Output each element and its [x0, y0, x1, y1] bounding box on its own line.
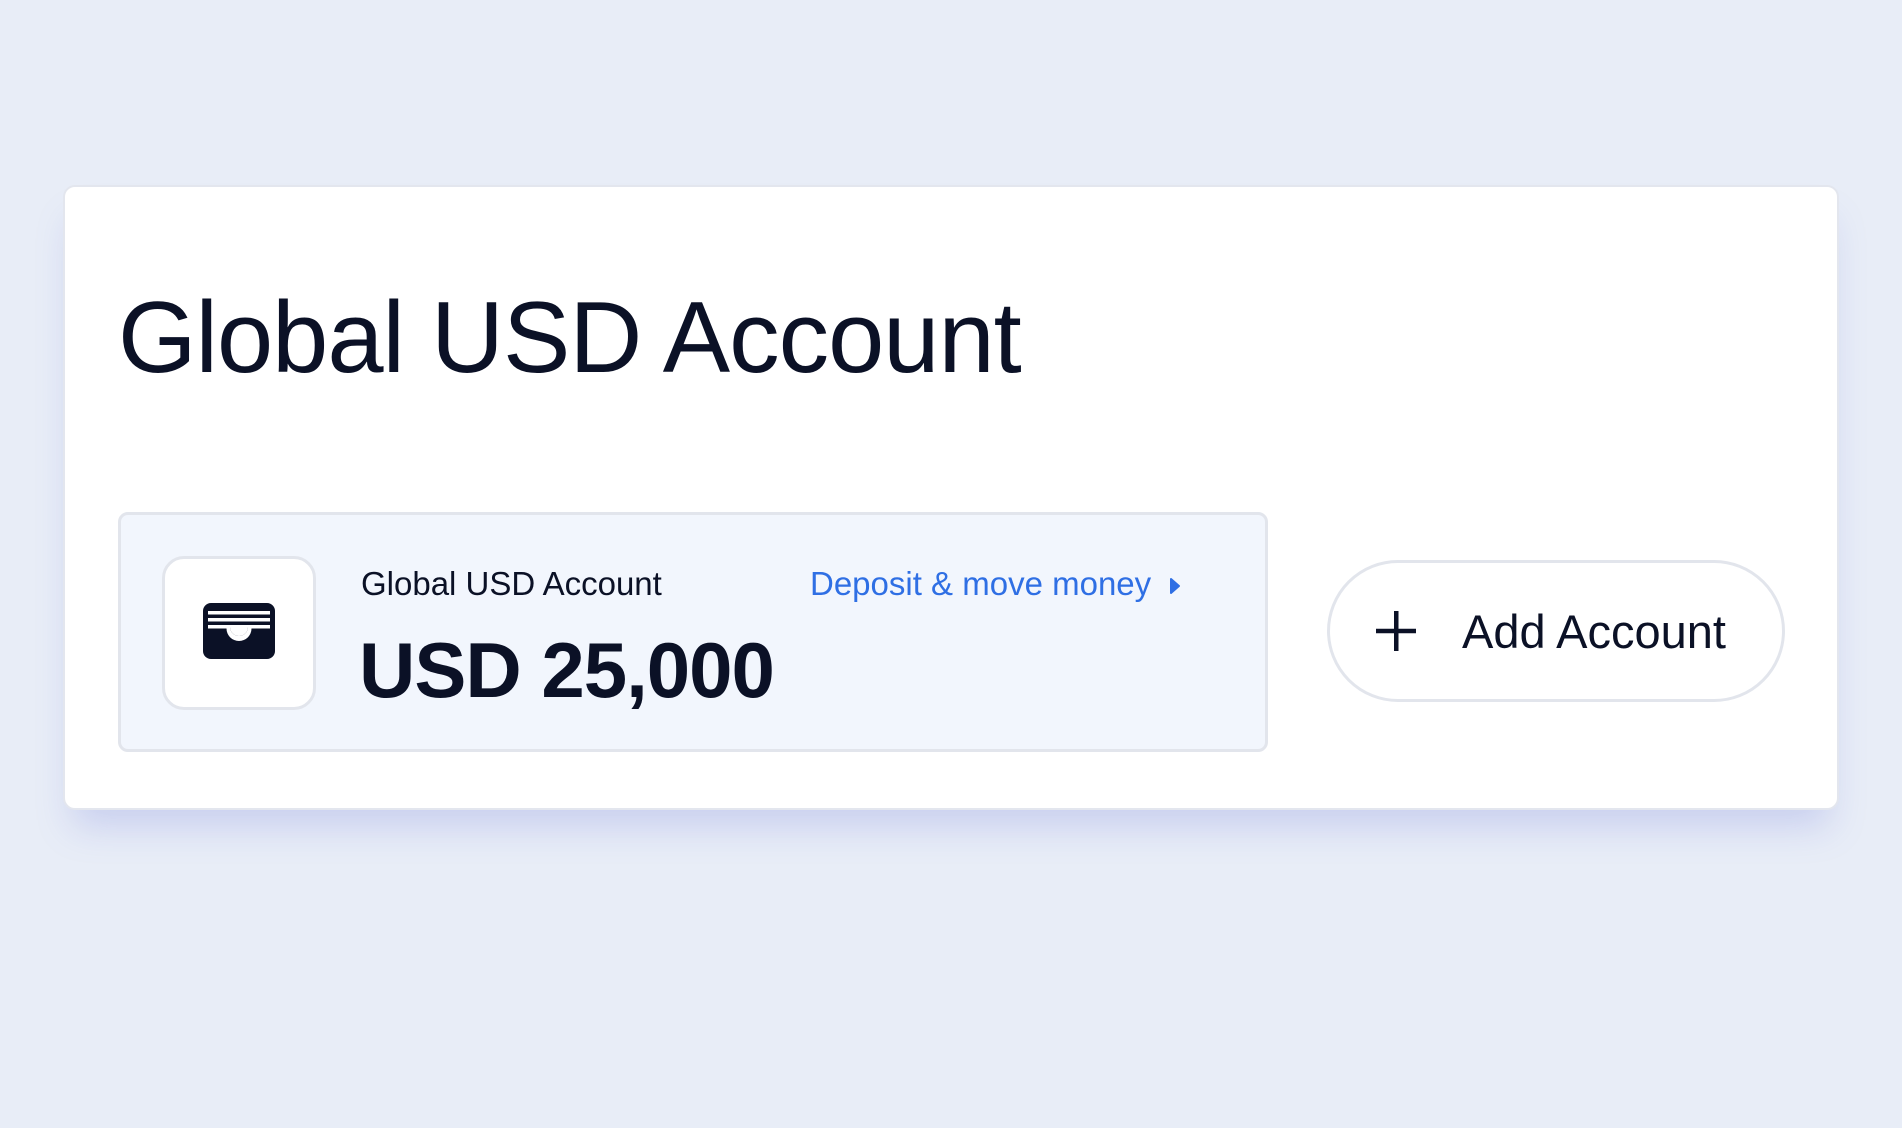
account-panel: Global USD Account Global USD Account US…: [63, 185, 1839, 810]
page-title: Global USD Account: [118, 282, 1022, 394]
deposit-link-label: Deposit & move money: [810, 565, 1152, 602]
account-icon-box: [162, 556, 316, 710]
add-account-button[interactable]: Add Account: [1327, 560, 1785, 702]
account-balance: USD 25,000: [359, 626, 775, 714]
plus-icon: [1374, 609, 1418, 653]
wallet-icon: [203, 602, 275, 664]
account-name: Global USD Account: [361, 565, 662, 602]
add-account-label: Add Account: [1462, 604, 1726, 658]
account-card[interactable]: Global USD Account USD 25,000 Deposit & …: [118, 512, 1268, 752]
caret-right-icon: [1169, 565, 1181, 603]
deposit-move-money-link[interactable]: Deposit & move money: [810, 565, 1181, 603]
